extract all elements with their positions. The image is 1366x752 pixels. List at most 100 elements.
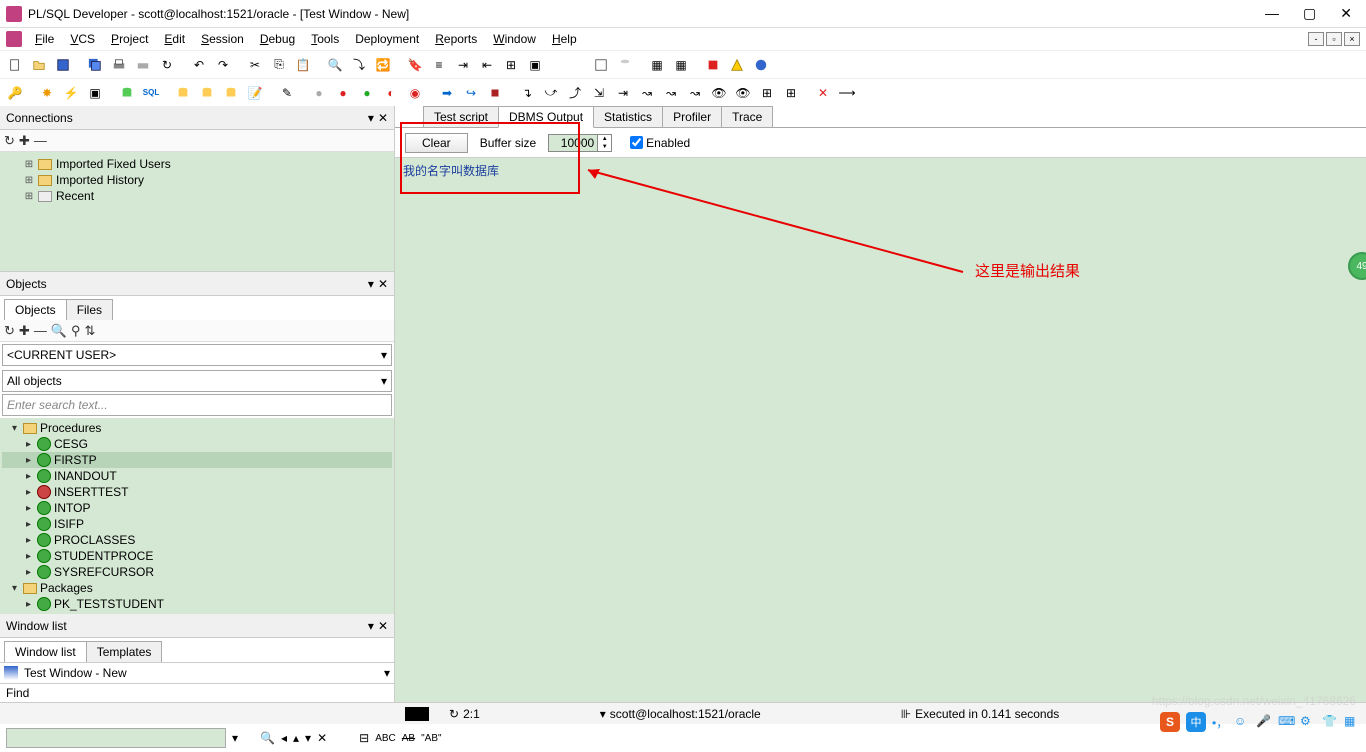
menu-file[interactable]: File: [28, 30, 61, 48]
tb-redo[interactable]: ↷: [212, 54, 234, 76]
enabled-checkbox-input[interactable]: [630, 136, 643, 149]
tb-bp-cond[interactable]: ◐: [380, 82, 402, 104]
tb-bp-red[interactable]: ●: [332, 82, 354, 104]
tb-pick[interactable]: ✎: [276, 82, 298, 104]
tb-key[interactable]: 🔑: [4, 82, 26, 104]
tb-notes[interactable]: 📝: [244, 82, 266, 104]
tb-new[interactable]: [4, 54, 26, 76]
conn-pin-icon[interactable]: ▾: [368, 111, 374, 125]
conn-close-icon[interactable]: ✕: [378, 111, 388, 125]
expand-icon[interactable]: ▸: [23, 503, 34, 514]
tab-templates[interactable]: Templates: [86, 641, 163, 662]
menu-session[interactable]: Session: [194, 30, 251, 48]
output-tab[interactable]: Profiler: [662, 106, 722, 127]
find-down-icon[interactable]: ▾: [305, 731, 311, 745]
mdi-restore[interactable]: ▫: [1326, 32, 1342, 46]
tb-open[interactable]: [28, 54, 50, 76]
tb-find[interactable]: 🔍: [324, 54, 346, 76]
obj-sort-icon[interactable]: ⇅: [85, 323, 96, 339]
ime-settings-icon[interactable]: ⚙: [1300, 714, 1316, 730]
menu-project[interactable]: Project: [104, 30, 155, 48]
connections-tree[interactable]: ⊞Imported Fixed Users⊞Imported History⊞R…: [0, 152, 394, 272]
minimize-button[interactable]: —: [1265, 5, 1279, 22]
obj-add-icon[interactable]: ✚: [19, 323, 30, 339]
objects-scope-dropdown[interactable]: All objects▾: [2, 370, 392, 392]
objects-user-dropdown[interactable]: <CURRENT USER>▾: [2, 344, 392, 366]
tb-paste[interactable]: 📋: [292, 54, 314, 76]
tb-step-cursor[interactable]: ⇲: [588, 82, 610, 104]
find-abc-icon[interactable]: ABC: [375, 733, 396, 744]
tb-copy[interactable]: ⎘: [268, 54, 290, 76]
obj-tree-item[interactable]: ▾Packages: [2, 580, 392, 596]
obj-tree-item[interactable]: ▸INTOP: [2, 500, 392, 516]
tb-bookmark[interactable]: 🔖: [404, 54, 426, 76]
expand-icon[interactable]: ▸: [23, 455, 34, 466]
clear-button[interactable]: Clear: [405, 133, 468, 153]
menu-tools[interactable]: Tools: [304, 30, 346, 48]
conn-tree-item[interactable]: ⊞Imported History: [6, 172, 388, 188]
tb-save[interactable]: [52, 54, 74, 76]
objects-close-icon[interactable]: ✕: [378, 277, 388, 291]
obj-tree-item[interactable]: ▸FIRSTP: [2, 452, 392, 468]
tb-watch4[interactable]: ⊞: [780, 82, 802, 104]
mdi-close[interactable]: ×: [1344, 32, 1360, 46]
tb-print-setup[interactable]: [132, 54, 154, 76]
obj-tree-item[interactable]: ▸CESG: [2, 436, 392, 452]
obj-tree-item[interactable]: ▸INSERTTEST: [2, 484, 392, 500]
expand-icon[interactable]: ▸: [23, 439, 34, 450]
tb-doc[interactable]: ▣: [84, 82, 106, 104]
tb-print[interactable]: [108, 54, 130, 76]
spinner-down-icon[interactable]: ▼: [598, 143, 611, 151]
obj-tree-item[interactable]: ▸STUDENTPROCE: [2, 548, 392, 564]
chevron-down-icon[interactable]: ▾: [384, 666, 390, 680]
tb-bp-toggle[interactable]: ◉: [404, 82, 426, 104]
tb-trace3[interactable]: ↝: [684, 82, 706, 104]
menu-help[interactable]: Help: [545, 30, 584, 48]
tb-undo[interactable]: ↶: [188, 54, 210, 76]
expand-icon[interactable]: ▸: [23, 567, 34, 578]
tb-sql[interactable]: SQL: [140, 82, 162, 104]
buffer-spinner[interactable]: ▲▼: [598, 134, 612, 152]
tb-compile[interactable]: ▣: [524, 54, 546, 76]
expand-icon[interactable]: ▸: [23, 519, 34, 530]
find-prev-icon[interactable]: 🔍: [260, 731, 275, 745]
menu-edit[interactable]: Edit: [157, 30, 192, 48]
conn-add-icon[interactable]: ✚: [19, 133, 30, 149]
obj-refresh-icon[interactable]: ↻: [4, 323, 15, 339]
tb-db-yellow1[interactable]: [172, 82, 194, 104]
find-dropdown-icon[interactable]: ▾: [232, 731, 238, 745]
tb-win1[interactable]: ▦: [646, 54, 668, 76]
tb-info[interactable]: [750, 54, 772, 76]
tb-run[interactable]: ➡: [436, 82, 458, 104]
obj-find-icon[interactable]: 🔍: [51, 323, 67, 339]
tb-watch3[interactable]: ⊞: [756, 82, 778, 104]
ime-keyboard-icon[interactable]: ⌨: [1278, 714, 1294, 730]
tb-step-out[interactable]: ⤴: [564, 82, 586, 104]
objects-tree[interactable]: ▾Procedures▸CESG▸FIRSTP▸INANDOUT▸INSERTT…: [0, 418, 394, 614]
expand-icon[interactable]: ▾: [9, 583, 20, 594]
tb-save-all[interactable]: [84, 54, 106, 76]
tb-gear[interactable]: ✸: [36, 82, 58, 104]
refresh-icon[interactable]: ↻: [449, 707, 459, 721]
tb-cut[interactable]: ✂: [244, 54, 266, 76]
tab-objects[interactable]: Objects: [4, 299, 67, 320]
conn-tree-item[interactable]: ⊞Imported Fixed Users: [6, 156, 388, 172]
output-tab[interactable]: Trace: [721, 106, 773, 127]
tb-format[interactable]: ⊞: [500, 54, 522, 76]
tab-window-list[interactable]: Window list: [4, 641, 87, 662]
find-next-icon[interactable]: ◂: [281, 731, 287, 745]
obj-remove-icon[interactable]: —: [34, 323, 47, 338]
find-ab-icon[interactable]: AB: [402, 733, 415, 744]
winlist-close-icon[interactable]: ✕: [378, 619, 388, 633]
tb-find-next[interactable]: ⤵: [348, 54, 370, 76]
tb-db-yellow3[interactable]: [220, 82, 242, 104]
tb-refresh[interactable]: ↻: [156, 54, 178, 76]
obj-tree-item[interactable]: ▸INANDOUT: [2, 468, 392, 484]
output-tab[interactable]: Statistics: [593, 106, 663, 127]
tb-trace2[interactable]: ↝: [660, 82, 682, 104]
tb-stop[interactable]: [702, 54, 724, 76]
obj-tree-item[interactable]: ▸PK_TESTSTUDENT: [2, 596, 392, 612]
obj-tree-item[interactable]: ▸PROCLASSES: [2, 532, 392, 548]
ime-skin-icon[interactable]: 👕: [1322, 714, 1338, 730]
tb-db1[interactable]: [116, 82, 138, 104]
